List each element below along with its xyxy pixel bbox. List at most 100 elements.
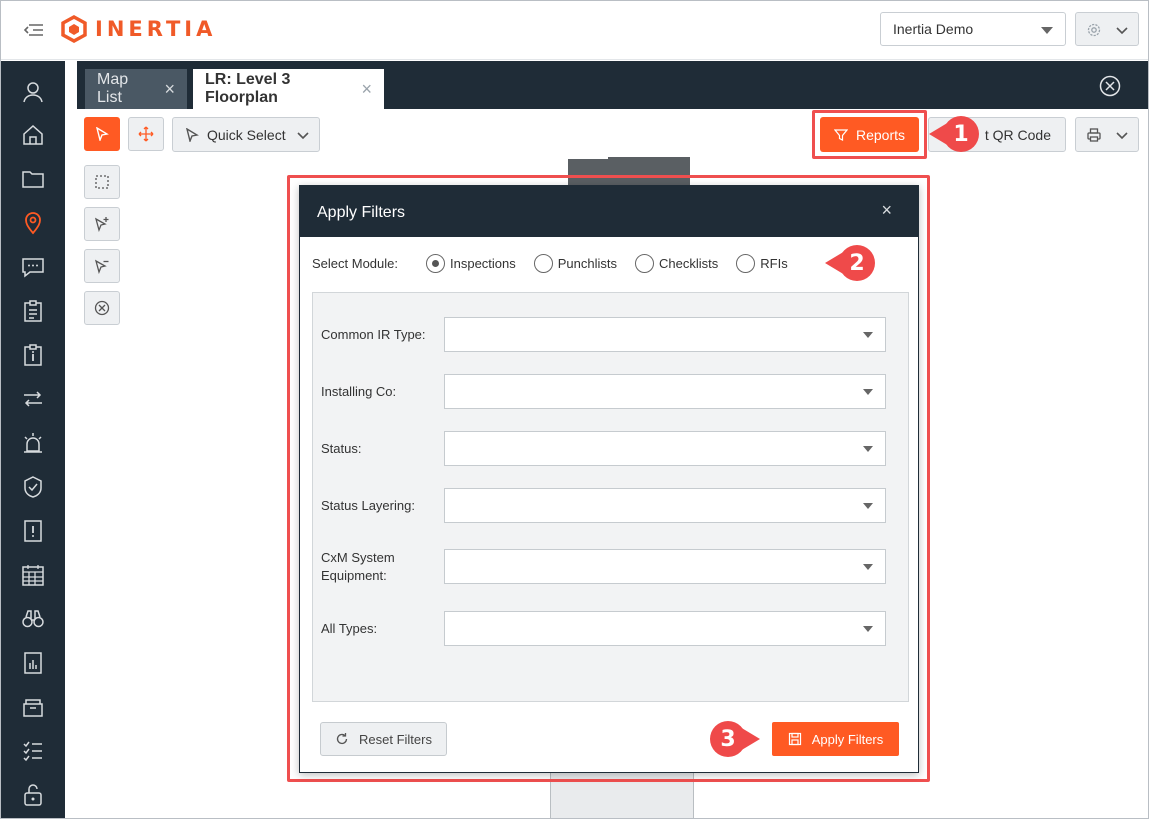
status-select[interactable] — [444, 431, 886, 466]
close-icon[interactable]: × — [881, 200, 892, 221]
annotation-callout-2: 2 — [825, 245, 875, 281]
tab-map-list[interactable]: Map List × — [85, 69, 187, 109]
select-pointer-button[interactable] — [84, 117, 120, 151]
chat-icon[interactable] — [21, 255, 45, 279]
clipboard-list-icon[interactable] — [21, 299, 45, 323]
filter-label: Common IR Type: — [321, 327, 426, 342]
pan-button[interactable] — [128, 117, 164, 151]
pointer-icon — [96, 127, 109, 141]
chevron-down-icon — [297, 132, 309, 140]
tab-label: Map List — [97, 71, 129, 106]
menu-collapse-icon[interactable] — [23, 21, 45, 39]
bar-report-icon[interactable] — [21, 651, 45, 675]
chevron-down-icon — [1116, 132, 1128, 140]
tab-label: LR: Level 3 Floorplan — [205, 71, 291, 106]
radio-checked-icon — [426, 254, 445, 273]
select-module-row: Select Module: Inspections Punchlists Ch… — [312, 254, 806, 273]
remove-select-button[interactable] — [84, 249, 120, 283]
module-radio-label: Inspections — [450, 256, 516, 271]
refresh-icon — [336, 733, 348, 745]
caret-down-icon — [863, 389, 873, 395]
caret-down-icon — [863, 503, 873, 509]
installing-co-select[interactable] — [444, 374, 886, 409]
filter-label: All Types: — [321, 621, 378, 636]
caret-down-icon — [863, 332, 873, 338]
clipboard-info-icon[interactable] — [21, 343, 45, 367]
modal-title: Apply Filters — [317, 204, 406, 221]
user-icon[interactable] — [21, 80, 45, 104]
settings-dropdown-button[interactable] — [1075, 12, 1139, 46]
qr-code-label: t QR Code — [984, 126, 1051, 143]
annotation-callout-1: 1 — [929, 116, 979, 152]
annotation-callout-3: 3 — [710, 721, 760, 757]
module-radio-punchlists[interactable]: Punchlists — [533, 254, 618, 273]
box-select-button[interactable] — [84, 165, 120, 199]
close-icon[interactable]: × — [361, 79, 372, 100]
shield-check-icon[interactable] — [21, 475, 45, 499]
circle-x-icon — [94, 300, 110, 316]
project-select[interactable]: Inertia Demo — [880, 12, 1066, 46]
reset-filters-button[interactable]: Reset Filters — [320, 722, 447, 756]
module-radio-checklists[interactable]: Checklists — [635, 254, 718, 273]
clear-selection-button[interactable] — [84, 291, 120, 325]
logo-hexagon-icon — [61, 15, 87, 43]
lock-icon[interactable] — [21, 783, 45, 807]
folder-icon[interactable] — [21, 167, 45, 191]
cxm-system-equipment-select[interactable] — [444, 549, 886, 584]
printer-icon — [1087, 128, 1101, 142]
report-alert-icon[interactable] — [21, 519, 45, 543]
alarm-icon[interactable] — [21, 431, 45, 455]
caret-down-icon — [1041, 27, 1053, 34]
calendar-grid-icon[interactable] — [21, 563, 45, 587]
module-radio-label: RFIs — [760, 256, 788, 271]
pointer-plus-icon — [94, 217, 109, 232]
map-tabbar: Map List × LR: Level 3 Floorplan × — [77, 61, 1148, 109]
quick-select-dropdown[interactable]: Quick Select — [172, 117, 320, 152]
quick-select-label: Quick Select — [207, 126, 286, 143]
module-radio-rfis[interactable]: RFIs — [736, 254, 788, 273]
logo-text: INERTIA — [95, 17, 217, 41]
map-pin-icon[interactable] — [21, 211, 45, 235]
select-module-label: Select Module: — [312, 256, 398, 271]
archive-box-icon[interactable] — [21, 695, 45, 719]
filter-label: CxM System Equipment: — [321, 550, 395, 583]
close-all-tabs-icon[interactable] — [1099, 75, 1121, 97]
left-sidebar — [1, 61, 65, 818]
module-radio-inspections[interactable]: Inspections — [426, 254, 516, 273]
module-radio-label: Checklists — [659, 256, 719, 271]
dashed-square-icon — [95, 175, 109, 189]
radio-unchecked-icon — [533, 254, 553, 273]
binoculars-icon[interactable] — [21, 607, 45, 631]
pointer-minus-icon — [94, 259, 109, 274]
filter-label: Installing Co: — [321, 384, 397, 399]
tab-level-3-floorplan[interactable]: LR: Level 3 Floorplan × — [193, 69, 384, 109]
caret-down-icon — [863, 626, 873, 632]
reset-filters-label: Reset Filters — [359, 731, 432, 747]
app-window: INERTIA Inertia Demo Map List × LR: Leve… — [0, 0, 1149, 819]
inertia-logo[interactable]: INERTIA — [61, 15, 216, 43]
modal-header: Apply Filters × — [300, 186, 918, 237]
callout-pointer-icon — [740, 727, 760, 751]
all-types-select[interactable] — [444, 611, 886, 646]
radio-unchecked-icon — [736, 254, 756, 273]
module-radio-label: Punchlists — [557, 256, 618, 271]
apply-filters-label: Apply Filters — [811, 731, 884, 747]
radio-unchecked-icon — [635, 254, 655, 273]
save-icon — [788, 732, 801, 746]
add-select-button[interactable] — [84, 207, 120, 241]
project-select-value: Inertia Demo — [893, 21, 974, 37]
home-icon[interactable] — [21, 123, 45, 147]
transfer-icon[interactable] — [21, 387, 45, 411]
callout-number: 2 — [839, 245, 875, 281]
apply-filters-button[interactable]: Apply Filters — [772, 722, 899, 756]
top-header: INERTIA Inertia Demo — [1, 1, 1148, 60]
status-layering-select[interactable] — [444, 488, 886, 523]
pointer-icon — [186, 127, 199, 142]
filters-panel: Common IR Type: Installing Co: Status: S… — [312, 292, 909, 702]
callout-number: 1 — [943, 116, 979, 152]
chevron-down-icon — [1116, 27, 1128, 35]
checklist-icon[interactable] — [21, 739, 45, 763]
common-ir-type-select[interactable] — [444, 317, 886, 352]
close-icon[interactable]: × — [164, 79, 175, 100]
print-dropdown-button[interactable] — [1075, 117, 1139, 152]
